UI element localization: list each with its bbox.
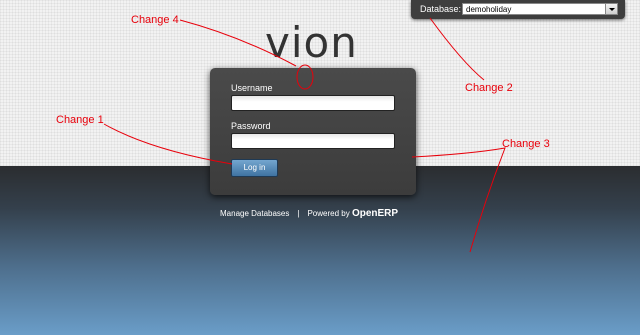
annotation-arrow-change4 <box>179 19 297 67</box>
annotation-change3: Change 3 <box>502 138 550 150</box>
annotation-overlay <box>103 17 506 253</box>
annotation-circle-change4 <box>296 64 314 90</box>
annotation-arrow-change3 <box>411 147 506 253</box>
annotation-change4: Change 4 <box>131 14 179 26</box>
annotation-arrow-change1 <box>103 123 233 165</box>
annotation-change1: Change 1 <box>56 114 104 126</box>
annotation-arrow-change2 <box>429 17 485 81</box>
annotation-change2: Change 2 <box>465 82 513 94</box>
